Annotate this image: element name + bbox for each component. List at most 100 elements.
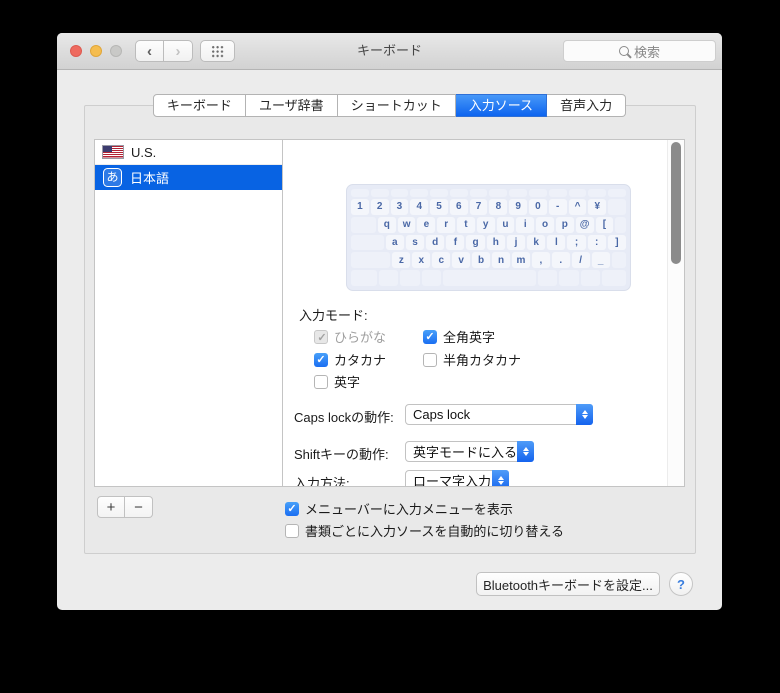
setup-bluetooth-keyboard-button[interactable]: Bluetoothキーボードを設定... — [476, 572, 660, 596]
checkbox-icon[interactable] — [314, 374, 328, 389]
key-x: x — [412, 252, 431, 269]
caps-lock-label: Caps lockの動作: — [294, 410, 394, 425]
input-mode-label: 入力モード: — [299, 308, 368, 323]
key-1: 1 — [351, 199, 369, 215]
key-blank — [615, 216, 626, 233]
key-5: 5 — [430, 199, 448, 215]
tab-keyboard[interactable]: キーボード — [152, 94, 246, 117]
key-blank — [430, 189, 448, 197]
key-blank — [410, 189, 429, 197]
key-8: 8 — [489, 199, 508, 215]
key--: - — [548, 199, 567, 215]
checkbox-icon[interactable] — [423, 329, 437, 344]
tab-shortcuts[interactable]: ショートカット — [337, 94, 456, 117]
key-blank — [580, 270, 601, 286]
popup-arrows-icon — [492, 470, 509, 486]
checkbox-auto-switch[interactable]: 書類ごとに入力ソースを自動的に切り替える — [285, 521, 564, 540]
key-k: k — [527, 234, 546, 251]
checkbox-zenkaku-eiji[interactable]: 全角英字 — [423, 327, 495, 346]
key-3: 3 — [390, 199, 409, 215]
checkbox-icon[interactable] — [285, 523, 299, 538]
keyboard-preview: 1 2 3 4 5 6 7 8 9 0- ^ ¥ q w e r t y u i o p @[a s d f g h j k l;:] z x c… — [346, 184, 631, 291]
us-flag-icon — [102, 145, 124, 159]
shift-key-popup[interactable]: 英字モードに入る — [405, 441, 534, 462]
key-blank — [611, 252, 626, 269]
checkbox-hiragana: ひらがな — [314, 327, 386, 346]
key-:: : — [587, 234, 606, 251]
key-blank — [529, 189, 547, 197]
key-[: [ — [595, 216, 614, 233]
scrollbar[interactable] — [667, 140, 684, 486]
japanese-a-icon: あ — [103, 168, 122, 187]
key-blank — [537, 270, 558, 286]
key-blank — [588, 189, 607, 197]
key-blank — [548, 189, 567, 197]
scrollbar-thumb[interactable] — [671, 142, 681, 264]
source-label: U.S. — [131, 144, 157, 160]
key-blank — [421, 270, 442, 286]
key-t: t — [457, 216, 475, 233]
checkbox-icon[interactable] — [285, 501, 299, 516]
checkbox-eiji[interactable]: 英字 — [314, 372, 360, 391]
key-r: r — [437, 216, 456, 233]
key-,: , — [531, 252, 550, 269]
key-/: / — [571, 252, 590, 269]
key-b: b — [472, 252, 491, 269]
titlebar: ‹ › キーボード 検索 — [57, 33, 722, 70]
key-^: ^ — [568, 199, 587, 215]
key-blank — [469, 189, 488, 197]
keyboard-row: z x c v b n m,. / _ — [351, 252, 626, 269]
key-o: o — [536, 216, 554, 233]
key-;: ; — [567, 234, 586, 251]
key-p: p — [555, 216, 574, 233]
key-¥: ¥ — [588, 199, 607, 215]
add-remove-buttons: + − — [97, 496, 153, 518]
key-blank — [390, 189, 409, 197]
remove-input-source-button[interactable]: − — [125, 496, 153, 518]
key-@: @ — [575, 216, 594, 233]
key-z: z — [392, 252, 411, 269]
list-item-japanese[interactable]: あ 日本語 — [95, 165, 282, 190]
key-w: w — [397, 216, 416, 233]
tab-input-sources[interactable]: 入力ソース — [455, 94, 548, 117]
tab-dictation[interactable]: 音声入力 — [547, 94, 627, 117]
checkbox-show-input-menu[interactable]: メニューバーに入力メニューを表示 — [285, 499, 513, 518]
key-q: q — [377, 216, 396, 233]
help-button[interactable]: ? — [669, 572, 693, 596]
key-n: n — [492, 252, 510, 269]
checkbox-icon[interactable] — [423, 352, 437, 367]
key-blank — [370, 189, 389, 197]
checkbox-icon[interactable] — [314, 352, 328, 367]
key-blank — [351, 252, 391, 269]
input-sources-panel: U.S. あ 日本語 1 2 3 4 5 6 7 8 9 0- ^ ¥ q w e r t y u i o p @[a s d f… — [84, 105, 696, 554]
caps-lock-popup[interactable]: Caps lock — [405, 404, 593, 425]
key-blank — [608, 189, 626, 197]
key-blank — [489, 189, 508, 197]
key-blank — [443, 270, 536, 286]
key-j: j — [506, 234, 526, 251]
key-c: c — [432, 252, 451, 269]
shift-key-label: Shiftキーの動作: — [294, 447, 389, 462]
key-blank — [559, 270, 579, 286]
keyboard-row: q w e r t y u i o p @[ — [351, 216, 626, 233]
key-4: 4 — [410, 199, 429, 215]
key-0: 0 — [529, 199, 547, 215]
key-blank — [509, 189, 528, 197]
search-field[interactable]: 検索 — [563, 40, 716, 62]
key-y: y — [476, 216, 495, 233]
key-u: u — [496, 216, 515, 233]
input-method-popup[interactable]: ローマ字入力 — [405, 470, 509, 486]
key-d: d — [426, 234, 445, 251]
key-e: e — [417, 216, 436, 233]
key-]: ] — [607, 234, 626, 251]
popup-arrows-icon — [517, 441, 534, 462]
checkbox-hankaku-katakana[interactable]: 半角カタカナ — [423, 350, 521, 369]
keyboard-preferences-window: ‹ › キーボード 検索 キーボード ユーザ辞書 ショートカット 入力ソース 音… — [57, 33, 722, 610]
tab-user-dictionary[interactable]: ユーザ辞書 — [245, 94, 338, 117]
checkbox-katakana[interactable]: カタカナ — [314, 350, 386, 369]
checkbox-icon — [314, 329, 329, 345]
add-input-source-button[interactable]: + — [97, 496, 125, 518]
key-9: 9 — [509, 199, 528, 215]
search-placeholder: 検索 — [633, 44, 660, 60]
list-item-us[interactable]: U.S. — [95, 140, 282, 165]
